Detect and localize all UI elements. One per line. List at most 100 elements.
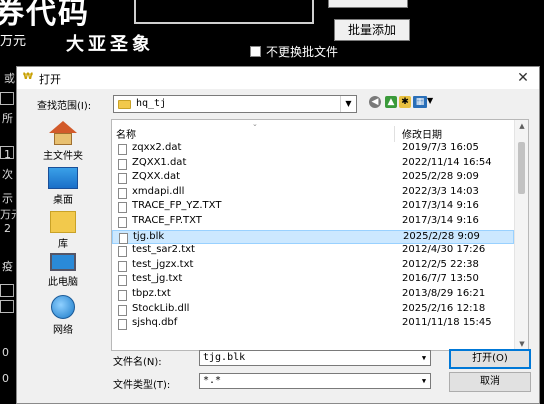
column-divider[interactable] (394, 126, 395, 142)
place-label: 主文件夹 (43, 151, 83, 162)
file-icon (118, 289, 127, 301)
file-date: 2012/2/5 22:38 (402, 258, 479, 270)
open-file-dialog: ₩ 打开 ✕ 查找范围(I): hq_tj ▼ ◀ ▲ ✱ ▦ ▼ 主文件夹 桌… (16, 66, 540, 404)
side-fragment: 示 (2, 192, 13, 205)
library-icon (50, 211, 76, 233)
scroll-up-icon[interactable]: ▲ (515, 122, 528, 130)
scroll-thumb[interactable] (518, 142, 525, 194)
file-date: 2017/3/14 9:16 (402, 200, 479, 212)
file-icon (118, 202, 127, 214)
file-icon (118, 319, 127, 331)
file-date: 2025/2/16 12:18 (402, 302, 486, 314)
side-number: 1 (4, 148, 11, 161)
network-icon (51, 295, 75, 319)
file-row[interactable]: sjshq.dbf 2011/11/18 15:45 (112, 317, 514, 332)
home-folder-icon (49, 121, 77, 145)
file-type-select[interactable]: *.* ▼ (199, 373, 431, 389)
side-input[interactable] (0, 284, 14, 297)
column-header-date[interactable]: 修改日期 (402, 126, 442, 141)
background-title: 券代码 (0, 0, 90, 31)
look-in-label: 查找范围(I): (37, 101, 92, 112)
place-label: 库 (58, 239, 68, 250)
cancel-button[interactable]: 取消 (449, 372, 531, 392)
file-type-label: 文件类型(T): (113, 380, 171, 391)
file-icon (118, 187, 127, 199)
no-change-batch-label: 不更换批文件 (266, 45, 339, 59)
file-name: xmdapi.dll (132, 185, 185, 197)
file-name: ZQXX.dat (132, 171, 180, 183)
view-menu-icon[interactable]: ▦ (413, 96, 427, 108)
new-folder-icon[interactable]: ✱ (399, 96, 411, 108)
file-row[interactable]: StockLib.dll 2025/2/16 12:18 (112, 303, 514, 318)
no-change-batch-checkbox[interactable] (250, 46, 261, 57)
file-icon (118, 216, 127, 228)
file-name: TRACE_FP.TXT (132, 214, 202, 226)
file-name: tjg.blk (133, 230, 165, 242)
side-fragment: 次 (2, 168, 13, 181)
look-in-combo[interactable]: hq_tj ▼ (113, 95, 357, 113)
place-library[interactable]: 库 (23, 211, 103, 250)
file-icon (118, 144, 127, 155)
dialog-titlebar[interactable]: ₩ 打开 ✕ (17, 67, 539, 89)
place-label: 桌面 (53, 195, 73, 206)
close-button[interactable]: ✕ (515, 70, 531, 86)
places-bar: 主文件夹 桌面 库 此电脑 网络 (23, 119, 103, 339)
file-row[interactable]: zqxx2.dat 2019/7/3 16:05 (112, 142, 514, 157)
file-row[interactable]: test_jgzx.txt 2012/2/5 22:38 (112, 259, 514, 274)
code-input[interactable] (134, 0, 314, 24)
file-name-input[interactable]: tjg.blk ▼ (199, 350, 431, 366)
up-folder-icon[interactable]: ▲ (385, 96, 397, 108)
look-in-value: hq_tj (136, 98, 167, 109)
file-date: 2017/3/14 9:16 (402, 214, 479, 226)
file-name: test_sar2.txt (132, 244, 195, 256)
file-row[interactable]: test_jg.txt 2016/7/7 13:50 (112, 273, 514, 288)
chevron-down-icon[interactable]: ▼ (418, 374, 430, 388)
file-date: 2013/8/29 16:21 (402, 287, 486, 299)
file-icon (118, 260, 127, 272)
side-input[interactable] (0, 300, 14, 313)
file-list[interactable]: ⌄ 名称 修改日期 zqxx2.dat 2019/7/3 16:05 ZQXX1.d… (111, 119, 529, 351)
file-row[interactable]: TRACE_FP.TXT 2017/3/14 9:16 (112, 215, 514, 230)
place-label: 此电脑 (48, 277, 78, 288)
side-number: 0 (2, 372, 9, 385)
file-row[interactable]: ZQXX.dat 2025/2/28 9:09 (112, 171, 514, 186)
file-name: test_jg.txt (132, 273, 183, 285)
desktop-icon (48, 167, 78, 189)
file-name: sjshq.dbf (132, 317, 178, 329)
file-name-label: 文件名(N): (113, 357, 162, 368)
background-top-button[interactable] (328, 0, 408, 8)
batch-add-button[interactable]: 批量添加 (334, 19, 410, 41)
place-this-pc[interactable]: 此电脑 (23, 253, 103, 288)
file-row[interactable]: ZQXX1.dat 2022/11/14 16:54 (112, 157, 514, 172)
file-date: 2012/4/30 17:26 (402, 244, 486, 256)
open-button[interactable]: 打开(O) (449, 349, 531, 369)
place-network[interactable]: 网络 (23, 295, 103, 336)
column-header-name[interactable]: 名称 (116, 126, 136, 141)
dialog-body: 查找范围(I): hq_tj ▼ ◀ ▲ ✱ ▦ ▼ 主文件夹 桌面 库 此电脑… (17, 89, 539, 403)
file-row[interactable]: xmdapi.dll 2022/3/3 14:03 (112, 186, 514, 201)
chevron-down-icon[interactable]: ▼ (340, 96, 356, 112)
side-input[interactable] (0, 92, 14, 105)
file-icon (118, 275, 127, 287)
file-row[interactable]: test_sar2.txt 2012/4/30 17:26 (112, 244, 514, 259)
file-type-value: *.* (203, 375, 222, 386)
file-date: 2025/2/28 9:09 (403, 230, 480, 242)
view-menu-chevron-icon[interactable]: ▼ (427, 96, 433, 105)
side-number: 0 (2, 346, 9, 359)
vertical-scrollbar[interactable]: ▲ ▼ (514, 120, 528, 350)
file-row[interactable]: TRACE_FP_YZ.TXT 2017/3/14 9:16 (112, 200, 514, 215)
stock-name: 大亚圣象 (66, 34, 154, 55)
side-fragment: 或 (4, 72, 15, 85)
place-desktop[interactable]: 桌面 (23, 167, 103, 206)
file-row[interactable]: tbpz.txt 2013/8/29 16:21 (112, 288, 514, 303)
folder-icon (118, 100, 131, 109)
scroll-down-icon[interactable]: ▼ (515, 340, 528, 348)
file-icon (118, 246, 127, 258)
chevron-down-icon[interactable]: ▼ (418, 351, 430, 365)
file-icon (118, 158, 127, 170)
file-date: 2022/11/14 16:54 (402, 156, 492, 168)
file-date: 2022/3/3 14:03 (402, 185, 479, 197)
place-home[interactable]: 主文件夹 (23, 121, 103, 162)
file-row[interactable]: tjg.blk 2025/2/28 9:09 (112, 229, 514, 245)
back-icon[interactable]: ◀ (369, 96, 381, 108)
